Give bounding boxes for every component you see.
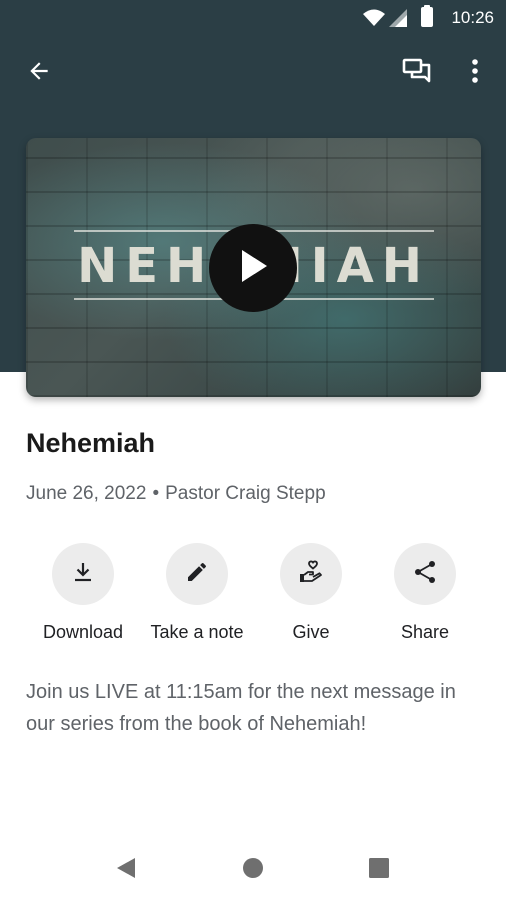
take-a-note-button[interactable]: Take a note — [137, 543, 257, 649]
sermon-date: June 26, 2022 — [26, 483, 147, 504]
battery-icon — [421, 5, 433, 27]
share-label: Share — [400, 622, 450, 642]
video-player[interactable]: NEHEMIAH — [26, 138, 481, 397]
status-bar: 10:26 — [0, 0, 506, 36]
download-circle — [52, 543, 114, 605]
arrow-back-icon — [26, 58, 52, 89]
give-button[interactable]: Give — [251, 543, 371, 649]
share-circle — [394, 543, 456, 605]
take-a-note-circle — [166, 543, 228, 605]
share-icon — [412, 559, 438, 590]
play-button[interactable] — [209, 224, 297, 312]
play-icon — [236, 247, 270, 290]
give-label: Give — [292, 622, 330, 642]
download-button[interactable]: Download — [23, 543, 143, 649]
sermon-description: Join us LIVE at 11:15am for the next mes… — [26, 681, 456, 735]
download-label: Download — [42, 622, 124, 642]
back-button[interactable] — [15, 49, 63, 97]
nav-back-icon — [116, 857, 136, 884]
wifi-icon — [363, 9, 385, 32]
download-icon — [71, 560, 95, 589]
nav-back-button[interactable] — [106, 850, 146, 890]
sermon-speaker: Pastor Craig Stepp — [165, 483, 326, 504]
more-vert-icon — [471, 58, 479, 89]
nav-recents-icon — [369, 857, 389, 883]
chat-button[interactable] — [393, 49, 441, 97]
nav-home-button[interactable] — [233, 850, 273, 890]
more-options-button[interactable] — [451, 49, 499, 97]
meta-separator: • — [152, 483, 160, 504]
nav-recents-button[interactable] — [359, 850, 399, 890]
system-nav-bar — [0, 836, 506, 900]
pencil-icon — [185, 560, 209, 589]
give-circle — [280, 543, 342, 605]
give-heart-hand-icon — [297, 558, 325, 591]
status-time: 10:26 — [451, 8, 494, 27]
take-a-note-label: Take a note — [150, 622, 244, 642]
sermon-meta: June 26, 2022 • Pastor Craig Stepp — [26, 483, 326, 505]
chat-icon — [402, 57, 432, 90]
share-button[interactable]: Share — [365, 543, 485, 649]
sermon-title: Nehemiah — [26, 428, 156, 458]
signal-icon — [389, 9, 407, 32]
nav-home-icon — [242, 857, 264, 884]
